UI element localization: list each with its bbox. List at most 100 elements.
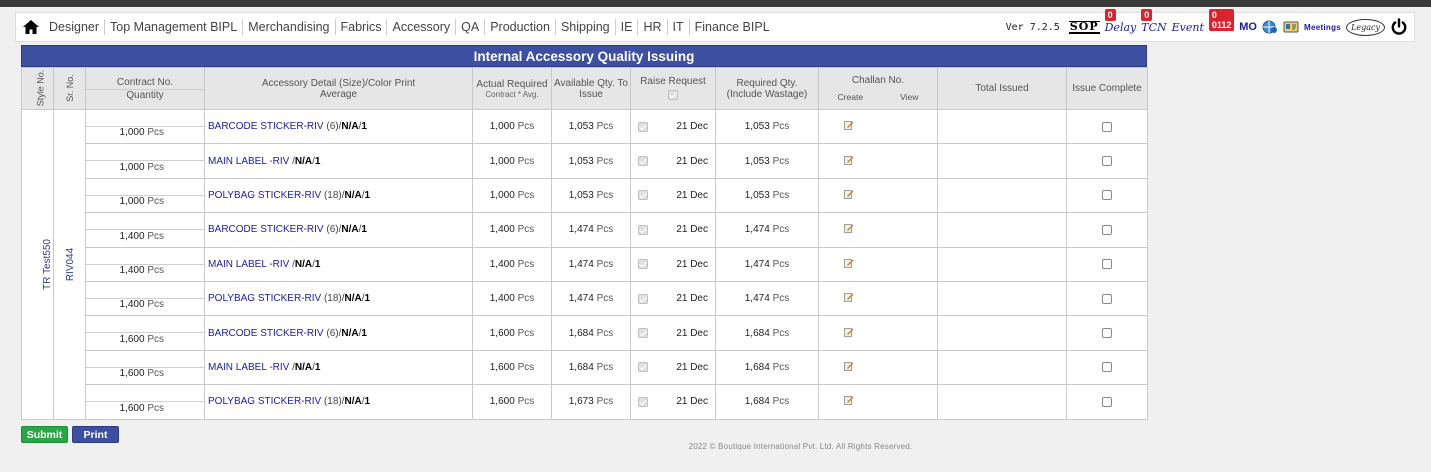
delay-count-badge: 0 [1104,8,1116,21]
nav-item-finance[interactable]: Finance BIPL [690,19,775,35]
accessory-cell: MAIN LABEL -RIV /N/A/1 [204,349,473,386]
nav-item-ie[interactable]: IE [616,19,639,35]
accessory-name-link[interactable]: MAIN LABEL -RIV [208,156,292,167]
header-view: View [900,92,919,102]
raise-request-checkbox [638,121,648,132]
issue-complete-checkbox[interactable] [1102,121,1112,132]
table-row: 1,000 Pcs POLYBAG STICKER-RIV (18)/N/A/1 1… [22,177,1148,214]
id-card-icon[interactable] [1283,19,1299,35]
header-available: Available Qty. To Issue [551,67,631,110]
accessory-name-link[interactable]: BARCODE STICKER-RIV [208,328,326,339]
power-icon[interactable] [1390,18,1408,36]
create-challan-icon[interactable] [844,223,854,234]
globe-settings-icon[interactable] [1262,19,1278,35]
available-cell: 1,053 Pcs [551,143,631,179]
raise-request-cell: 21 Dec [630,143,716,179]
create-challan-icon[interactable] [844,292,854,303]
nav-item-production[interactable]: Production [485,19,556,35]
accessory-name-link[interactable]: POLYBAG STICKER-RIV [208,190,324,201]
header-accessory: Accessory Detail (Size)/Color Print Aver… [204,67,473,110]
total-issued-cell [937,349,1067,386]
total-issued-cell [937,212,1067,248]
meetings-link[interactable]: Meetings [1304,23,1341,32]
table-header-row: Style No. Sr. No. Contract No. Quantity … [21,67,1148,110]
nav-item-designer[interactable]: Designer [44,19,106,35]
raise-request-cell: 21 Dec [630,108,716,145]
header-raise: Raise Request [630,67,716,110]
raise-request-cell: 21 Dec [630,246,716,282]
header-required: Required Qty. (Include Wastage) [715,67,819,110]
actual-required-cell: 1,400 Pcs [472,212,552,248]
nav-item-top-management[interactable]: Top Management BIPL [105,19,244,35]
issue-complete-checkbox[interactable] [1102,327,1112,338]
delay-link[interactable]: 0 Delay [1104,8,1136,34]
nav-item-accessory[interactable]: Accessory [387,19,457,35]
issue-complete-checkbox[interactable] [1102,155,1112,166]
available-cell: 1,474 Pcs [551,280,631,317]
accessory-name-link[interactable]: BARCODE STICKER-RIV [208,121,326,132]
issue-complete-checkbox[interactable] [1102,224,1112,235]
challan-cell [818,280,938,317]
issue-complete-cell [1066,280,1148,317]
available-cell: 1,053 Pcs [551,108,631,145]
nav-item-qa[interactable]: QA [456,19,486,35]
accessory-cell: MAIN LABEL -RIV /N/A/1 [204,143,473,179]
submit-button[interactable]: Submit [21,426,68,443]
accessory-name-link[interactable]: BARCODE STICKER-RIV [208,224,326,235]
mo-link[interactable]: MO [1239,21,1257,33]
total-issued-cell [937,108,1067,145]
task-link[interactable]: 0 0112 Task [1208,8,1235,34]
create-challan-icon[interactable] [844,155,854,165]
header-challan: Challan No. Create View [818,67,938,110]
quantity-cell: 1,400 Pcs [85,280,205,317]
quantity-cell: 1,600 Pcs [85,384,205,420]
create-challan-icon[interactable] [844,395,854,406]
print-button[interactable]: Print [72,426,119,443]
header-issue-complete: Issue Complete [1066,67,1148,110]
challan-cell [818,315,938,351]
required-cell: 1,684 Pcs [715,384,819,420]
accessory-name-link[interactable]: MAIN LABEL -RIV [208,362,292,373]
sr-no-cell: RIV044 [53,109,86,420]
issue-complete-checkbox[interactable] [1102,362,1112,373]
home-icon[interactable] [18,13,44,41]
challan-cell [818,177,938,214]
challan-cell [818,108,938,145]
sop-link[interactable]: SOP [1068,20,1100,34]
nav-item-shipping[interactable]: Shipping [556,19,616,35]
required-cell: 1,684 Pcs [715,349,819,386]
create-challan-icon[interactable] [844,189,854,199]
header-sr-no: Sr. No. [53,67,86,110]
tcn-link[interactable]: 0 TCN [1141,8,1167,34]
nav-item-fabrics[interactable]: Fabrics [336,19,388,35]
table-row: 1,000 Pcs MAIN LABEL -RIV /N/A/1 1,000 Pcs… [22,143,1148,179]
legacy-link[interactable]: Legacy [1346,18,1385,36]
issue-complete-checkbox[interactable] [1102,259,1112,270]
create-challan-icon[interactable] [844,327,854,337]
create-challan-icon[interactable] [844,120,854,131]
accessory-name-link[interactable]: POLYBAG STICKER-RIV [208,396,324,407]
actual-required-cell: 1,000 Pcs [472,108,552,145]
header-style-no: Style No. [21,67,54,110]
raise-request-checkbox [638,156,648,167]
accessory-name-link[interactable]: MAIN LABEL -RIV [208,259,292,270]
total-issued-cell [937,177,1067,214]
nav-item-merchandising[interactable]: Merchandising [243,19,336,35]
style-no-cell: TR Test550 [21,109,54,420]
nav-item-it[interactable]: IT [668,19,690,35]
issue-complete-checkbox[interactable] [1102,190,1112,201]
actual-required-cell: 1,000 Pcs [472,143,552,179]
quantity-cell: 1,600 Pcs [85,349,205,386]
accessory-cell: POLYBAG STICKER-RIV (18)/N/A/1 [204,177,473,214]
create-challan-icon[interactable] [844,361,854,371]
header-total-issued: Total Issued [937,67,1067,110]
available-cell: 1,053 Pcs [551,177,631,214]
raise-all-checkbox [668,90,678,101]
issue-complete-checkbox[interactable] [1102,293,1112,304]
tcn-count-badge: 0 [1141,8,1153,21]
create-challan-icon[interactable] [844,258,854,268]
issue-complete-checkbox[interactable] [1102,396,1112,407]
nav-item-hr[interactable]: HR [638,19,668,35]
event-link[interactable]: Event [1172,21,1204,34]
accessory-name-link[interactable]: POLYBAG STICKER-RIV [208,293,324,304]
